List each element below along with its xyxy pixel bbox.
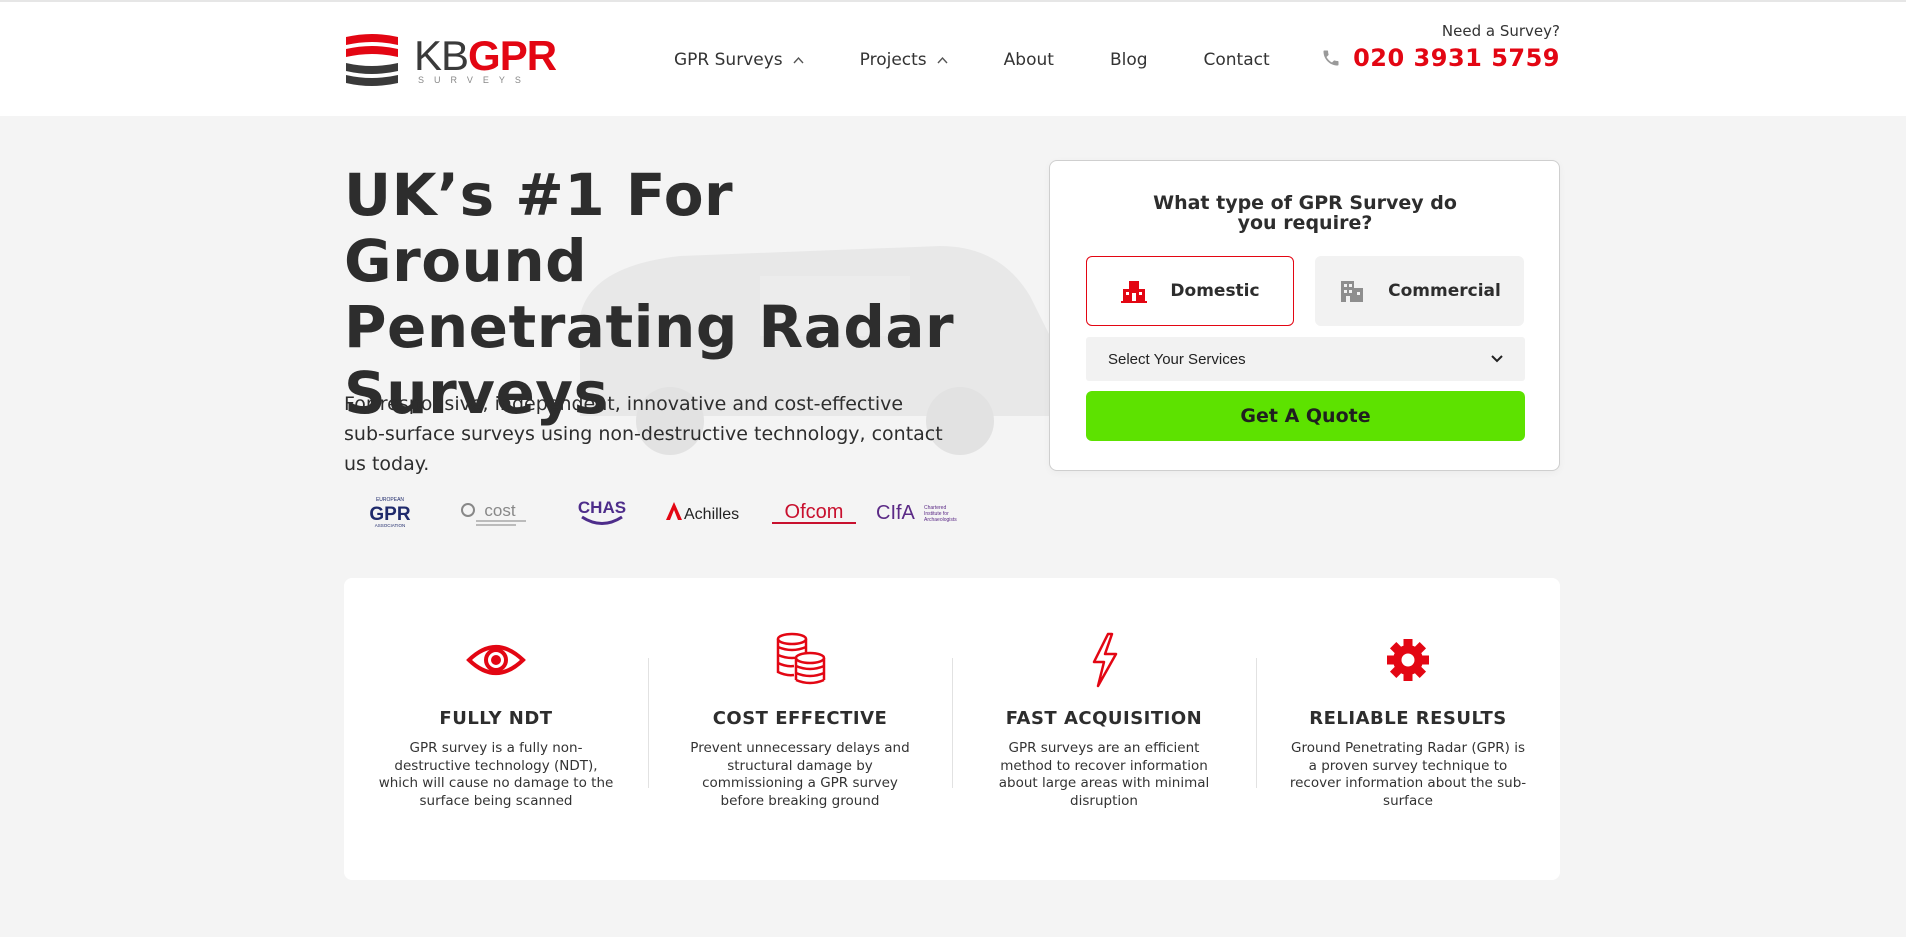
logo-kb: KB (414, 32, 469, 79)
accred-0-mark: GPR (369, 504, 410, 525)
gear-icon (1387, 639, 1429, 681)
chevron-down-icon (1491, 355, 1503, 363)
feature-title: FAST ACQUISITION (1005, 708, 1203, 729)
logo[interactable]: KBGPR SURVEYS (344, 32, 557, 88)
feature-card: FAST ACQUISITION GPR surveys are an effi… (952, 578, 1256, 880)
domestic-label: Domestic (1170, 281, 1260, 301)
nav-item-label: Blog (1109, 50, 1148, 70)
feature-text: GPR survey is a fully non-destructive te… (378, 740, 614, 809)
nav-item-label: Projects (859, 50, 927, 70)
services-select[interactable]: Select Your Services (1086, 337, 1525, 381)
hero-section: UK’s #1 For Ground Penetrating Radar Sur… (0, 116, 1906, 556)
nav-item-label: GPR Surveys (674, 50, 783, 70)
site-header: KBGPR SURVEYS GPR Surveys Projects About… (0, 0, 1906, 116)
phone-icon (1323, 50, 1339, 66)
logo-wordmark: KBGPR SURVEYS (414, 32, 557, 87)
quote-form: What type of GPR Survey do you require? … (1049, 160, 1560, 471)
nav-item-projects[interactable]: Projects (860, 50, 948, 70)
svg-text:Archaeologists: Archaeologists (924, 517, 957, 523)
call-label: Need a Survey? (1441, 22, 1560, 40)
accred-0-top: EUROPEAN (376, 497, 404, 503)
nav-item-blog[interactable]: Blog (1110, 50, 1148, 70)
feature-title: COST EFFECTIVE (712, 708, 888, 729)
nav-item-label: About (1003, 50, 1054, 70)
logo-mark-icon (346, 34, 398, 86)
hero-title: UK’s #1 For Ground Penetrating Radar Sur… (344, 161, 955, 427)
commercial-label: Commercial (1388, 281, 1501, 301)
ofcom-logo: Ofcom (768, 494, 860, 530)
nav-item-about[interactable]: About (1004, 50, 1054, 70)
main-nav: GPR Surveys Projects About Blog Contact (674, 48, 1270, 72)
house-icon (1121, 281, 1148, 303)
services-select-value: Select Your Services (1108, 350, 1246, 368)
quote-form-title: What type of GPR Survey do you require? (1153, 192, 1457, 234)
logo-subtitle: SURVEYS (418, 75, 531, 85)
phone-number: 020 3931 5759 (1353, 44, 1560, 72)
lightning-icon (1092, 632, 1118, 688)
hero-subtitle: For responsive, independent, innovative … (344, 393, 943, 475)
european-gpr-association-logo: EUROPEAN GPR ASSOCIATION (344, 494, 436, 530)
domestic-type-button[interactable]: Domestic (1086, 256, 1294, 326)
cifa-logo: CIfA Chartered Institute for Archaeologi… (874, 494, 966, 530)
accred-0-bottom: ASSOCIATION (375, 523, 405, 528)
accred-3-mark: Achilles (684, 506, 739, 523)
feature-text: GPR surveys are an efficient method to r… (998, 740, 1210, 809)
accreditation-logos: EUROPEAN GPR ASSOCIATION cost CHAS Achil… (344, 494, 980, 530)
eye-icon (466, 645, 526, 675)
logo-gpr: GPR (468, 32, 557, 79)
chevron-up-icon (793, 56, 804, 64)
feature-title: RELIABLE RESULTS (1309, 708, 1507, 729)
constructionline-logo: cost (450, 494, 542, 530)
call-block: Need a Survey? 020 3931 5759 (1321, 22, 1560, 72)
building-icon (1341, 281, 1364, 302)
chevron-up-icon (937, 56, 948, 64)
nav-item-gpr-surveys[interactable]: GPR Surveys (674, 50, 804, 70)
accred-1-mark: cost (484, 501, 515, 520)
feature-title: FULLY NDT (439, 708, 553, 729)
features-panel: FULLY NDT GPR survey is a fully non-dest… (344, 578, 1560, 880)
accred-2-mark: CHAS (578, 498, 626, 517)
feature-text: Prevent unnecessary delays and structura… (690, 740, 910, 809)
commercial-type-button[interactable]: Commercial (1315, 256, 1524, 326)
feature-card: RELIABLE RESULTS Ground Penetrating Rada… (1256, 578, 1560, 880)
coins-icon (776, 632, 826, 685)
feature-card: FULLY NDT GPR survey is a fully non-dest… (344, 578, 648, 880)
nav-item-contact[interactable]: Contact (1204, 50, 1270, 70)
achilles-logo: Achilles (662, 494, 754, 530)
phone-link[interactable]: 020 3931 5759 (1321, 44, 1560, 72)
accred-5-mark: CIfA (876, 502, 916, 524)
feature-card: COST EFFECTIVE Prevent unnecessary delay… (648, 578, 952, 880)
feature-text: Ground Penetrating Radar (GPR) is a prov… (1289, 740, 1527, 809)
get-a-quote-button[interactable]: Get A Quote (1086, 391, 1525, 441)
chas-logo: CHAS (556, 494, 648, 530)
nav-item-label: Contact (1203, 50, 1270, 70)
accred-4-mark: Ofcom (785, 501, 844, 523)
